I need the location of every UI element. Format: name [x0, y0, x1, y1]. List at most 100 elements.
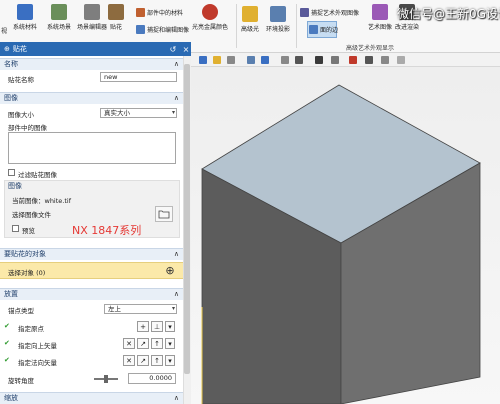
- image-in-part-label: 部件中的图像: [8, 124, 47, 132]
- nx-version-overlay: NX 1847系列: [72, 224, 142, 237]
- edge-display-icon[interactable]: [331, 56, 339, 64]
- folder-icon: [158, 210, 170, 219]
- system-material-button[interactable]: 系统材料: [13, 4, 37, 31]
- anchor-type-label: 锚点类型: [8, 307, 34, 315]
- crosshair-icon[interactable]: ⊕: [163, 264, 177, 277]
- fit-icon[interactable]: [213, 56, 221, 64]
- system-scene-button[interactable]: 系统场景: [47, 4, 71, 31]
- point-dialog-button[interactable]: +: [137, 321, 149, 332]
- point-options-button[interactable]: ⊥: [151, 321, 163, 332]
- origin-dropdown-button[interactable]: ▾: [165, 321, 175, 332]
- settings-icon[interactable]: [397, 56, 405, 64]
- collapse-chevron-icon: ∧: [173, 394, 179, 402]
- check-icon: ✔: [4, 339, 10, 347]
- decal-icon: [108, 4, 124, 20]
- orient-view-icon[interactable]: [199, 56, 207, 64]
- system-material-icon: [17, 4, 33, 20]
- decal-title-icon: ⊕: [4, 45, 10, 53]
- decal-button[interactable]: 贴花: [108, 4, 124, 31]
- section-header-name[interactable]: 名称 ∧: [0, 58, 183, 70]
- art-image-button[interactable]: 艺术图像: [368, 4, 392, 31]
- rotate-icon[interactable]: [247, 56, 255, 64]
- capture-art-image-button[interactable]: 捕捉艺术外观图像: [300, 8, 359, 17]
- selection-filter-icon[interactable]: [295, 56, 303, 64]
- point-type-icon: ⊥: [153, 322, 161, 331]
- advanced-light-button[interactable]: 高级光: [241, 6, 259, 33]
- dialog-scrollbar-thumb[interactable]: [184, 64, 190, 374]
- vector-icon: ↗: [140, 339, 146, 348]
- view-toolbar: [191, 53, 500, 67]
- snap-icon[interactable]: [281, 56, 289, 64]
- point-icon: +: [140, 322, 146, 331]
- part-material-icon: [136, 8, 145, 17]
- decal-name-label: 贴花名称: [8, 76, 34, 84]
- environment-projection-button[interactable]: 环境投影: [266, 6, 290, 33]
- select-object-row[interactable]: 选择对象 (0): [0, 262, 183, 279]
- metal-sphere-icon: [202, 4, 218, 20]
- cube-model[interactable]: [191, 67, 500, 404]
- up-vector-dropdown-button[interactable]: ▾: [165, 338, 175, 349]
- system-scene-icon: [51, 4, 67, 20]
- face-edges-icon: [309, 25, 318, 34]
- capture-image-icon: [136, 25, 145, 34]
- decal-dialog: ⊕ 贴花 ↺ × 名称 ∧ 贴花名称 new 图像 ∧ 图像大小 真实大小 ▾ …: [0, 42, 191, 404]
- dialog-title: 贴花: [12, 45, 27, 53]
- ribbon-separator: [236, 4, 237, 48]
- image-size-label: 图像大小: [8, 111, 34, 119]
- section-header-placement[interactable]: 放置 ∧: [0, 288, 183, 300]
- render-style-icon[interactable]: [315, 56, 323, 64]
- camera-icon: [300, 8, 309, 17]
- vector-inferred-icon: ↑: [154, 339, 160, 348]
- vector-inferred-icon: ↑: [154, 356, 160, 365]
- layer-icon[interactable]: [381, 56, 389, 64]
- pan-icon[interactable]: [261, 56, 269, 64]
- preview-label: 预览: [22, 227, 35, 235]
- reverse-direction-button[interactable]: ✕: [123, 355, 135, 366]
- section-header-scale[interactable]: 缩放 ∧: [0, 392, 183, 404]
- brush-icon: [372, 4, 388, 20]
- ribbon-group-label: 高级艺术外观显示: [346, 45, 395, 52]
- vector-inferred-button[interactable]: ↑: [151, 338, 163, 349]
- normal-vector-dropdown-button[interactable]: ▾: [165, 355, 175, 366]
- current-image-text: 当前图像：white.tif: [12, 197, 71, 205]
- light-bulb-icon: [242, 6, 258, 22]
- capture-edit-image-button[interactable]: 捕捉和编辑图像: [136, 25, 189, 34]
- sphere-icon[interactable]: [365, 56, 373, 64]
- image-in-part-list[interactable]: [8, 132, 176, 164]
- rotation-slider-handle[interactable]: [104, 375, 108, 383]
- scene-editor-button[interactable]: 场景编辑器: [77, 4, 107, 31]
- close-icon[interactable]: ×: [181, 45, 191, 54]
- chevron-down-icon: ▾: [168, 339, 172, 348]
- image-subpanel-header: 图像: [8, 182, 22, 190]
- vector-dialog-button[interactable]: ↗: [137, 355, 149, 366]
- reset-icon[interactable]: ↺: [168, 45, 178, 54]
- graphics-viewport[interactable]: [191, 67, 500, 404]
- watermark-text: 微信号@王新0G设计: [397, 7, 500, 21]
- section-header-image[interactable]: 图像 ∧: [0, 92, 183, 104]
- environment-icon: [270, 6, 286, 22]
- preview-checkbox[interactable]: [12, 225, 19, 232]
- vector-inferred-button[interactable]: ↑: [151, 355, 163, 366]
- open-folder-button[interactable]: [155, 206, 173, 222]
- section-header-target[interactable]: 要贴花的对象 ∧: [0, 248, 183, 260]
- collapse-chevron-icon: ∧: [173, 60, 179, 68]
- part-material-button[interactable]: 部件中的材料: [136, 8, 183, 17]
- collapse-chevron-icon: ∧: [173, 94, 179, 102]
- rotation-angle-field[interactable]: 0.0000: [128, 373, 176, 384]
- reverse-icon: ✕: [126, 356, 132, 365]
- chevron-down-icon: ▾: [168, 322, 172, 331]
- filter-decal-label: 过滤贴花图像: [18, 171, 57, 179]
- vector-dialog-button[interactable]: ↗: [137, 338, 149, 349]
- rotation-angle-label: 旋转角度: [8, 377, 34, 385]
- collapse-chevron-icon: ∧: [173, 250, 179, 258]
- zoom-icon[interactable]: [227, 56, 235, 64]
- chevron-down-icon: ▾: [171, 305, 175, 312]
- filter-decal-checkbox[interactable]: [8, 169, 15, 176]
- image-size-dropdown[interactable]: 真实大小 ▾: [100, 108, 177, 118]
- anchor-type-dropdown[interactable]: 左上 ▾: [104, 304, 177, 314]
- face-edges-toggle[interactable]: 面的边: [309, 25, 338, 34]
- reverse-direction-button[interactable]: ✕: [123, 338, 135, 349]
- color-icon[interactable]: [349, 56, 357, 64]
- glossy-metal-color-button[interactable]: 光亮金属颜色: [192, 4, 228, 31]
- decal-name-field[interactable]: new: [100, 72, 177, 82]
